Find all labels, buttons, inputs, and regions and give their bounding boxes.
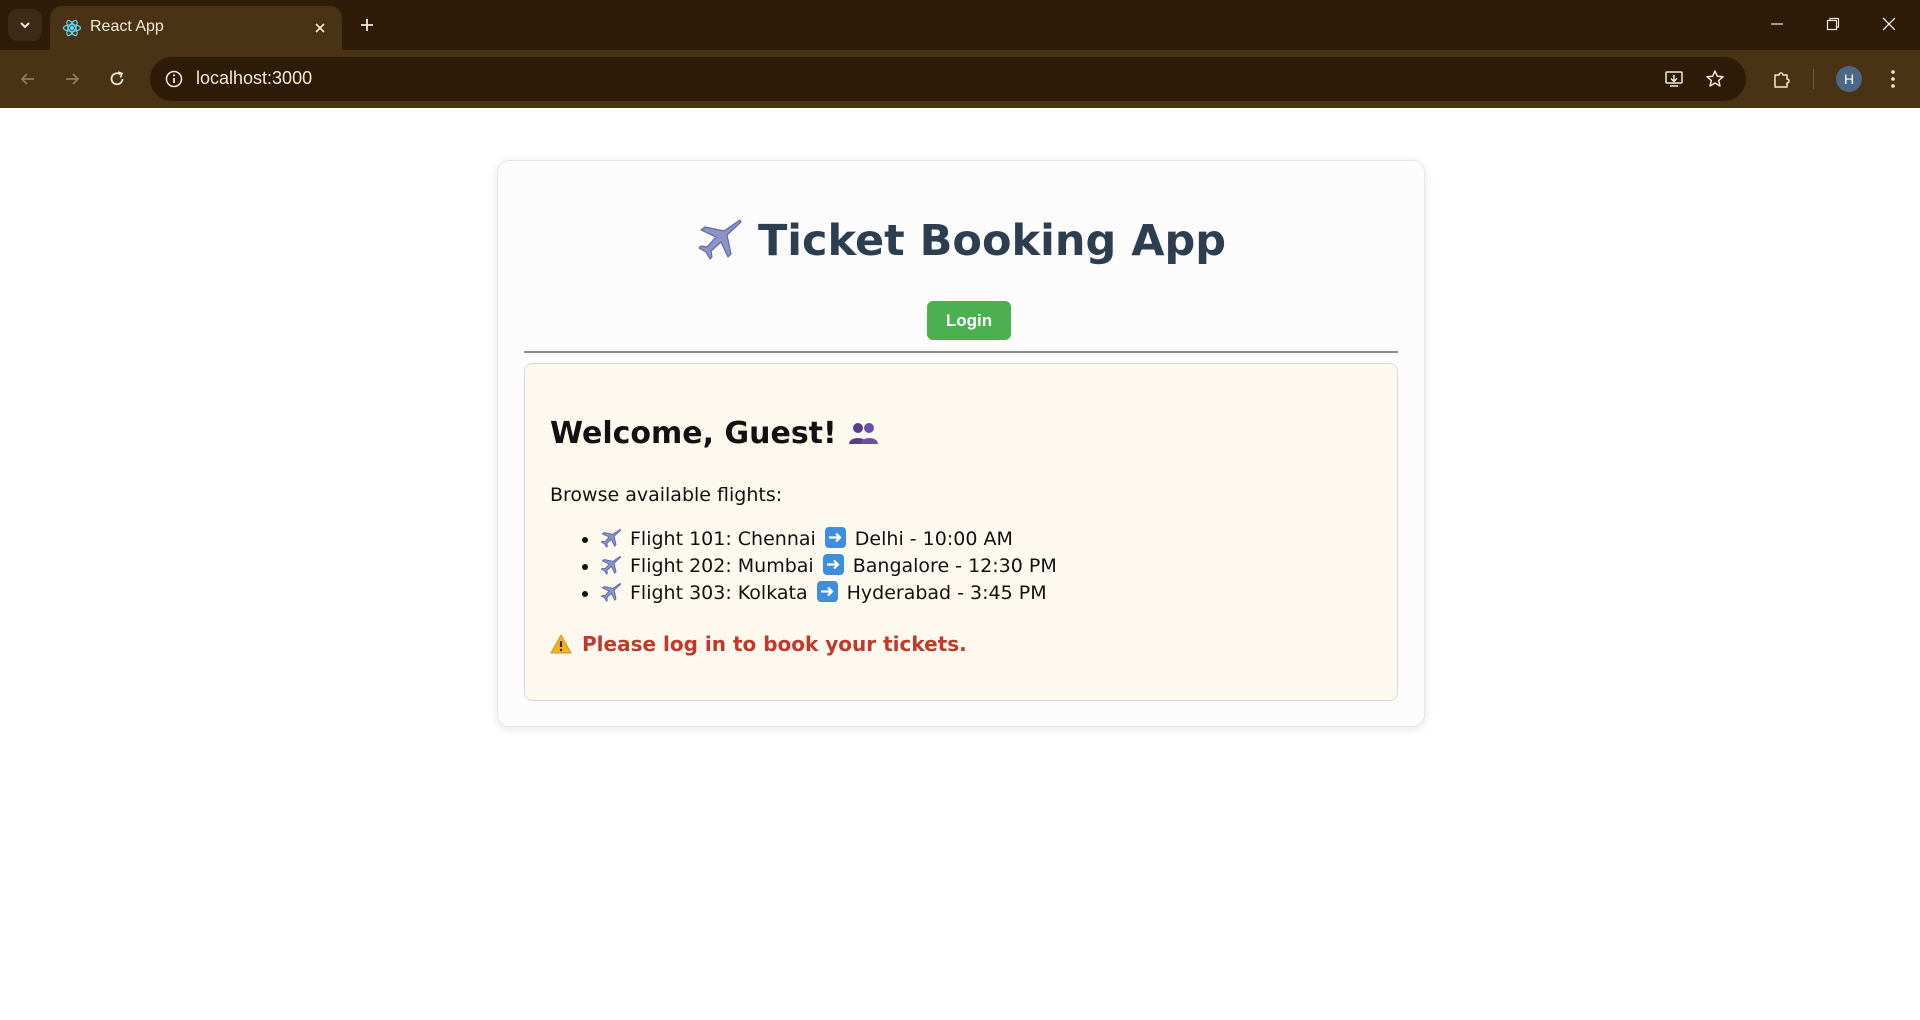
extensions-button[interactable]: [1766, 63, 1798, 95]
warning-icon: [550, 634, 572, 654]
tab-title: React App: [90, 18, 164, 35]
flight-label: Flight 303: Kolkata: [630, 582, 808, 604]
flight-item: Flight 303: Kolkata Hyderabad - 3:45 PM: [600, 580, 1057, 607]
app-title: Ticket Booking App: [757, 216, 1227, 266]
flight-item: Flight 202: Mumbai Bangalore - 12:30 PM: [600, 553, 1057, 580]
flight-label: Flight 202: Mumbai: [630, 555, 814, 577]
flight-destination: Bangalore - 12:30 PM: [852, 555, 1057, 577]
forward-button[interactable]: [56, 63, 88, 95]
puzzle-icon: [1774, 72, 1790, 88]
forward-arrow-icon: [66, 73, 80, 85]
login-button[interactable]: Login: [927, 301, 1011, 340]
people-icon: [848, 423, 878, 444]
app-card: Ticket Booking App Login Welcome, Guest!…: [497, 160, 1425, 727]
restore-icon: [1826, 17, 1840, 31]
react-logo-icon: [62, 19, 82, 37]
back-arrow-icon: [20, 73, 34, 85]
flight-item: Flight 101: Chennai Delhi - 10:00 AM: [600, 526, 1057, 553]
close-icon: [1882, 17, 1896, 31]
app-header: Ticket Booking App: [498, 216, 1424, 266]
back-button[interactable]: [12, 63, 44, 95]
right-arrow-icon: [816, 581, 838, 602]
restore-button[interactable]: [1806, 0, 1860, 48]
star-icon: [1706, 70, 1724, 87]
welcome-heading: Welcome, Guest!: [550, 416, 879, 451]
right-arrow-icon: [822, 554, 844, 575]
right-arrow-icon: [824, 527, 846, 548]
flight-label: Flight 101: Chennai: [630, 528, 816, 550]
reload-icon: [110, 71, 124, 86]
tab-search-button[interactable]: [8, 9, 42, 41]
close-icon: [315, 23, 325, 33]
install-icon: [1665, 71, 1683, 87]
chevron-down-icon: [20, 22, 30, 29]
site-info-icon[interactable]: [162, 67, 186, 91]
airplane-icon: [600, 555, 622, 575]
flight-destination: Hyderabad - 3:45 PM: [846, 582, 1047, 604]
tab-close-button[interactable]: [308, 16, 332, 40]
bookmark-button[interactable]: [1701, 65, 1729, 93]
header-divider: [524, 351, 1398, 353]
address-bar[interactable]: localhost:3000: [150, 57, 1746, 101]
install-app-button[interactable]: [1660, 65, 1688, 93]
close-window-button[interactable]: [1862, 0, 1916, 48]
minimize-icon: [1771, 23, 1783, 25]
welcome-text: Welcome, Guest!: [550, 416, 837, 451]
reload-button[interactable]: [101, 63, 133, 95]
info-icon: [165, 70, 183, 88]
guest-panel: Welcome, Guest! Browse available flights…: [524, 363, 1398, 701]
toolbar-separator: [1813, 69, 1814, 89]
profile-avatar[interactable]: H: [1836, 66, 1862, 92]
browser-tab[interactable]: React App: [50, 6, 342, 50]
browser-menu-button[interactable]: [1877, 63, 1909, 95]
plus-icon: [361, 19, 373, 31]
airplane-icon: [698, 219, 742, 260]
new-tab-button[interactable]: [352, 10, 382, 40]
flight-destination: Delhi - 10:00 AM: [854, 528, 1013, 550]
url-text[interactable]: localhost:3000: [196, 68, 312, 89]
airplane-icon: [600, 582, 622, 602]
browser-titlebar: React App: [0, 0, 1920, 50]
airplane-icon: [600, 528, 622, 548]
warning-text: Please log in to book your tickets.: [582, 632, 967, 656]
more-vert-icon: [1891, 70, 1895, 88]
browser-toolbar: localhost:3000 H: [0, 50, 1920, 108]
browse-flights-text: Browse available flights:: [550, 484, 783, 506]
minimize-button[interactable]: [1750, 0, 1804, 48]
login-warning: Please log in to book your tickets.: [550, 632, 967, 656]
flight-list: Flight 101: Chennai Delhi - 10:00 AM Flig…: [550, 526, 1057, 607]
